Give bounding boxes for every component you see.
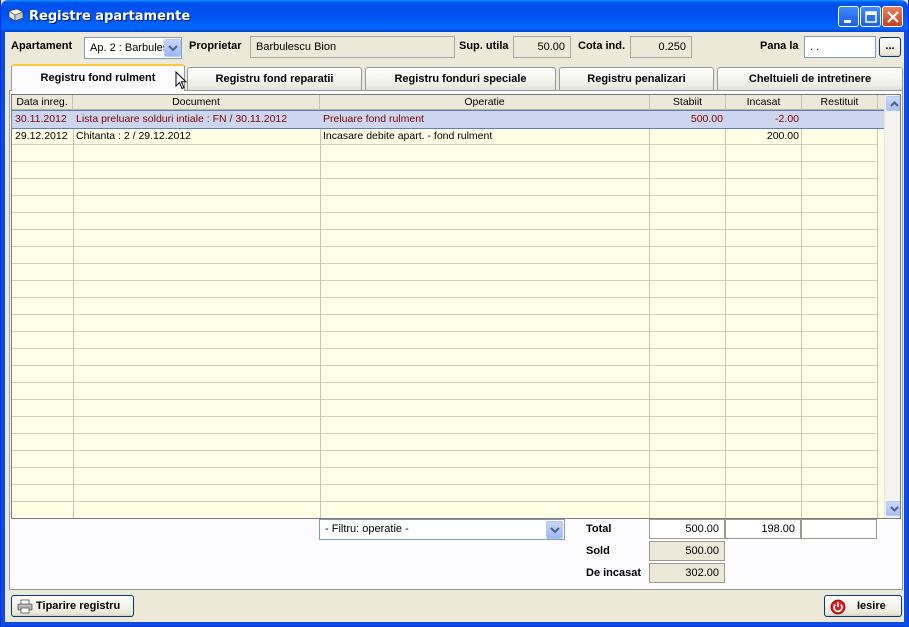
- de-incasat-label: De incasat: [586, 567, 642, 579]
- de-incasat-value: 302.00: [649, 563, 725, 583]
- grid-header: Data inreg. Document Operatie Stabiit In…: [12, 95, 884, 110]
- scroll-up-button[interactable]: [886, 96, 900, 111]
- power-icon: [830, 599, 846, 615]
- pana-la-picker-button[interactable]: ...: [879, 37, 901, 57]
- proprietar-field: Barbulescu Bion: [250, 36, 455, 58]
- cell-incasat: -2.00: [775, 113, 799, 125]
- iesire-button[interactable]: Iesire: [824, 595, 902, 617]
- chevron-up-icon: [890, 101, 899, 107]
- grid-body: 30.11.2012 Lista preluare solduri intial…: [12, 110, 885, 518]
- proprietar-label: Proprietar: [189, 40, 242, 52]
- proprietar-value: Barbulescu Bion: [256, 41, 337, 53]
- title-bar[interactable]: Registre apartamente: [1, 0, 908, 32]
- apartament-dropdown-button[interactable]: [164, 39, 181, 57]
- printer-icon: [17, 599, 33, 614]
- pana-la-value: . .: [810, 41, 820, 53]
- column-header-incasat[interactable]: Incasat: [726, 95, 802, 110]
- apartament-label: Apartament: [11, 40, 73, 52]
- cota-label: Cota ind.: [578, 40, 626, 52]
- sold-value: 500.00: [649, 541, 725, 561]
- close-icon: [887, 11, 899, 23]
- app-icon: [8, 8, 24, 22]
- sup-utila-field: 50.00: [513, 36, 571, 58]
- tab-fonduri-speciale[interactable]: Registru fonduri speciale: [365, 67, 556, 90]
- tab-fond-rulment[interactable]: Registru fond rulment: [11, 64, 185, 91]
- cota-field: 0.250: [630, 36, 692, 58]
- window-title: Registre apartamente: [29, 9, 191, 24]
- filtru-dropdown-button[interactable]: [546, 521, 563, 539]
- minimize-button[interactable]: [838, 6, 859, 27]
- filtru-operatie-value: - Filtru: operatie -: [325, 523, 409, 535]
- close-button[interactable]: [882, 6, 903, 27]
- cell-operatie: Incasare debite apart. - fond rulment: [323, 130, 493, 142]
- frame-right: [904, 32, 908, 627]
- cell-restituit: [802, 111, 878, 128]
- scroll-down-button[interactable]: [886, 501, 900, 516]
- frame-bottom: [1, 622, 909, 626]
- sup-utila-value: 50.00: [537, 41, 565, 53]
- total-restituit: [801, 519, 877, 539]
- tab-penalizari[interactable]: Registru penalizari: [559, 67, 714, 90]
- cell-document: Chitanta : 2 / 29.12.2012: [76, 130, 192, 142]
- column-header-data[interactable]: Data inreg.: [12, 95, 73, 110]
- cell-restituit: [802, 128, 878, 145]
- total-label: Total: [586, 523, 612, 535]
- cota-value: 0.250: [658, 41, 686, 53]
- cell-document: Lista preluare solduri intiale : FN / 30…: [76, 113, 288, 125]
- column-header-operatie[interactable]: Operatie: [320, 95, 650, 110]
- filtru-operatie-combo[interactable]: - Filtru: operatie -: [319, 519, 565, 540]
- column-header-restituit[interactable]: Restituit: [802, 95, 878, 110]
- pana-la-label: Pana la: [760, 40, 799, 52]
- cell-operatie: Preluare fond rulment: [323, 113, 424, 125]
- cell-date: 30.11.2012: [15, 113, 67, 125]
- table-row[interactable]: 29.12.2012 Chitanta : 2 / 29.12.2012 Inc…: [12, 128, 884, 145]
- maximize-button[interactable]: [860, 6, 881, 27]
- sold-label: Sold: [586, 545, 610, 557]
- iesire-label: Iesire: [857, 600, 886, 612]
- total-incasat: 198.00: [725, 519, 801, 539]
- cell-incasat: 200.00: [766, 130, 799, 142]
- tab-fond-reparatii[interactable]: Registru fond reparatii: [187, 67, 362, 90]
- chevron-down-icon: [550, 527, 560, 534]
- chevron-down-icon: [168, 45, 178, 52]
- mouse-cursor-icon: [175, 71, 187, 90]
- maximize-icon: [865, 11, 877, 23]
- tiparire-registru-button[interactable]: Tiparire registru: [11, 595, 134, 617]
- sup-utila-label: Sup. utila: [459, 40, 509, 52]
- column-header-stabiit[interactable]: Stabiit: [650, 95, 726, 110]
- chevron-down-icon: [890, 506, 899, 512]
- registre-window: Registre apartamente Apartament Ap. 2 : …: [0, 0, 909, 627]
- tab-cheltuieli-intretinere[interactable]: Cheltuieli de intretinere: [717, 67, 903, 90]
- tiparire-registru-label: Tiparire registru: [36, 600, 121, 612]
- cell-stabiit: 500.00: [690, 113, 723, 125]
- table-row[interactable]: 30.11.2012 Lista preluare solduri intial…: [12, 110, 885, 129]
- cell-date: 29.12.2012: [15, 130, 68, 142]
- total-stabiit: 500.00: [649, 519, 725, 539]
- grid-lines: [12, 111, 878, 518]
- cell-stabiit: [650, 128, 726, 145]
- grid-vertical-scrollbar[interactable]: [884, 95, 900, 518]
- minimize-icon: [844, 20, 851, 23]
- column-header-document[interactable]: Document: [73, 95, 320, 110]
- frame-left: [1, 32, 5, 627]
- registru-grid[interactable]: Data inreg. Document Operatie Stabiit In…: [11, 94, 901, 519]
- pana-la-date-input[interactable]: . .: [804, 36, 876, 58]
